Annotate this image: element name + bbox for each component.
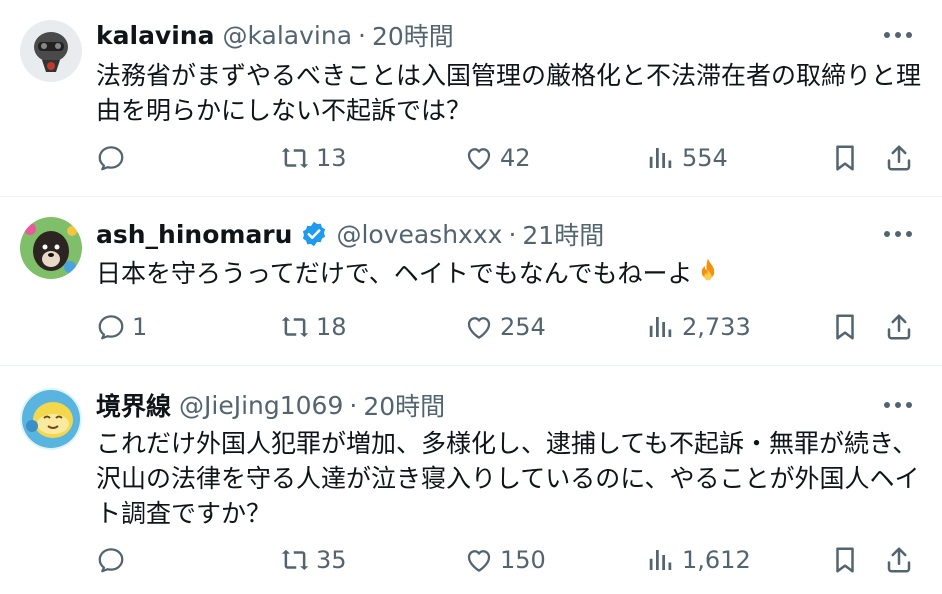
tweet-text: 日本を守ろうってだけで、ヘイトでもなんでもねーよ: [96, 259, 693, 288]
share-button[interactable]: [884, 138, 914, 178]
separator-dot: ·: [349, 390, 358, 420]
retweet-button[interactable]: 18: [280, 307, 347, 347]
display-name[interactable]: 境界線: [96, 387, 171, 423]
bookmark-button[interactable]: [830, 307, 860, 347]
tweet-3[interactable]: 境界線 @JieJing1069 · 20時間 これだけ外国人犯罪が増加、多様化…: [0, 366, 942, 594]
reply-button[interactable]: [96, 138, 132, 178]
fire-emoji-icon: [701, 258, 714, 281]
retweet-count: 13: [316, 144, 347, 172]
tweet-2[interactable]: ash_hinomaru @loveashxxx · 21時間 日本を守ろうって…: [0, 197, 942, 365]
views-button[interactable]: 554: [646, 138, 728, 178]
like-count: 150: [500, 546, 546, 574]
bookmark-icon: [836, 145, 854, 171]
reply-button[interactable]: [96, 540, 132, 580]
separator-dot: ·: [358, 20, 366, 50]
share-button[interactable]: [884, 540, 914, 580]
like-button[interactable]: 254: [464, 307, 546, 347]
share-icon: [887, 547, 911, 573]
display-name[interactable]: ash_hinomaru: [96, 220, 292, 249]
views-icon: [649, 317, 672, 337]
separator-dot: ·: [508, 219, 517, 249]
view-count: 1,612: [682, 546, 751, 574]
user-handle[interactable]: @kalavina: [222, 21, 352, 50]
tweet-1[interactable]: kalavina @kalavina · 20時間 法務省がまずやるべきことは入…: [0, 0, 942, 196]
share-icon: [887, 314, 911, 340]
avatar[interactable]: [20, 217, 82, 279]
reply-button[interactable]: 1: [96, 307, 147, 347]
timestamp[interactable]: 20時間: [363, 387, 445, 423]
bookmark-icon: [836, 314, 854, 340]
timestamp[interactable]: 20時間: [372, 17, 454, 53]
retweet-icon: [281, 148, 309, 168]
like-count: 42: [500, 144, 531, 172]
bookmark-button[interactable]: [830, 138, 860, 178]
views-button[interactable]: 2,733: [646, 307, 751, 347]
avatar[interactable]: [20, 20, 82, 82]
more-icon: [884, 402, 912, 408]
heart-icon: [467, 550, 491, 572]
user-handle[interactable]: @loveashxxx: [336, 220, 502, 249]
avatar-image: [20, 388, 82, 450]
retweet-icon: [281, 550, 309, 570]
more-icon: [884, 231, 912, 237]
heart-icon: [467, 148, 491, 170]
more-options-button[interactable]: [878, 390, 918, 420]
user-handle[interactable]: @JieJing1069: [179, 391, 343, 420]
reply-icon: [98, 146, 124, 171]
tweet-header: 境界線 @JieJing1069 · 20時間: [96, 388, 445, 422]
display-name[interactable]: kalavina: [96, 21, 214, 50]
tweet-text-container: 日本を守ろうってだけで、ヘイトでもなんでもねーよ: [96, 256, 926, 291]
tweet-header: kalavina @kalavina · 20時間: [96, 18, 454, 52]
tweet-text: 法務省がまずやるべきことは入国管理の厳格化と不法滞在者の取締りと理由を明らかにし…: [96, 61, 922, 125]
retweet-icon: [281, 317, 309, 337]
timestamp[interactable]: 21時間: [522, 216, 604, 252]
bookmark-button[interactable]: [830, 540, 860, 580]
view-count: 2,733: [682, 313, 751, 341]
tweet-text: これだけ外国人犯罪が増加、多様化し、逮捕しても不起訴・無罪が続き、沢山の法律を守…: [96, 429, 920, 528]
view-count: 554: [682, 144, 728, 172]
retweet-count: 35: [316, 546, 347, 574]
avatar-image: [20, 20, 82, 82]
retweet-button[interactable]: 35: [280, 540, 347, 580]
heart-icon: [467, 317, 491, 339]
like-count: 254: [500, 313, 546, 341]
bookmark-icon: [836, 547, 854, 573]
action-bar: 35 150 1,612: [96, 540, 926, 580]
views-icon: [649, 550, 672, 570]
verified-badge-icon[interactable]: [300, 220, 328, 248]
more-options-button[interactable]: [878, 219, 918, 249]
retweet-button[interactable]: 13: [280, 138, 347, 178]
tweet-header: ash_hinomaru @loveashxxx · 21時間: [96, 217, 604, 251]
reply-icon: [98, 548, 124, 573]
like-button[interactable]: 150: [464, 540, 546, 580]
more-options-button[interactable]: [878, 20, 918, 50]
retweet-count: 18: [316, 313, 347, 341]
views-icon: [649, 148, 672, 168]
avatar[interactable]: [20, 388, 82, 450]
reply-count: 1: [132, 313, 148, 341]
share-button[interactable]: [884, 307, 914, 347]
action-bar: 13 42 554: [96, 138, 926, 178]
like-button[interactable]: 42: [464, 138, 531, 178]
views-button[interactable]: 1,612: [646, 540, 751, 580]
share-icon: [887, 145, 911, 171]
reply-icon: [98, 315, 124, 340]
avatar-image: [20, 217, 82, 279]
action-bar: 1 18 254 2,733: [96, 307, 926, 347]
more-icon: [884, 32, 912, 38]
